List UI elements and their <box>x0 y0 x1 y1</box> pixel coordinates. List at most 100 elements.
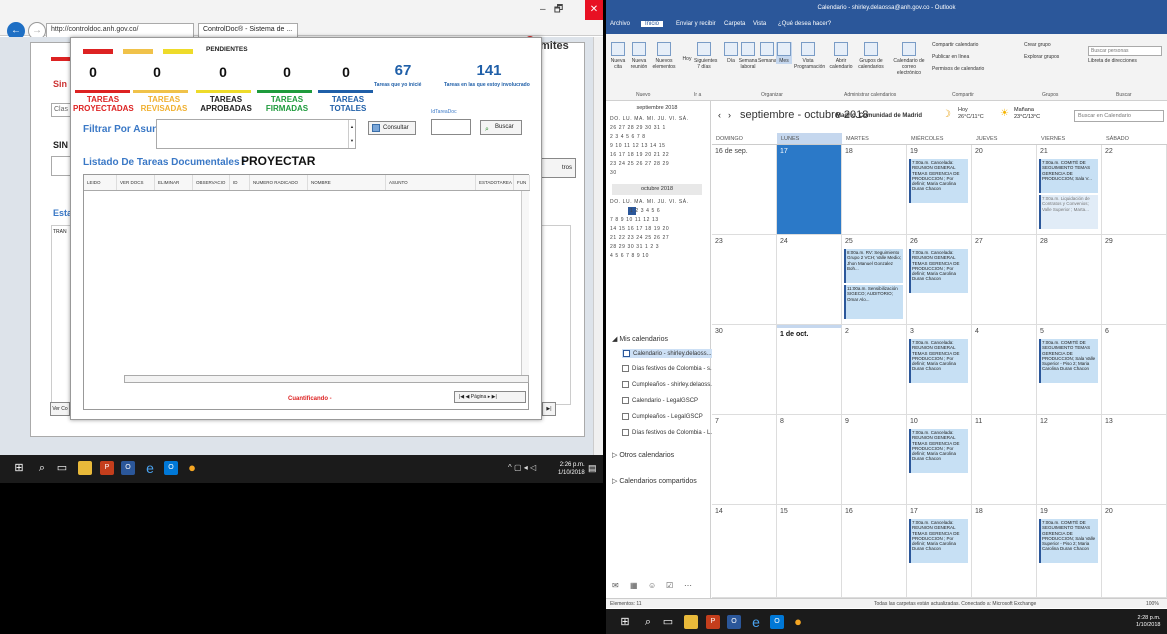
tab-vista[interactable]: Vista <box>753 21 766 27</box>
day-cell[interactable]: 17 7:00a.m. Cancelada: REUNION GENERAL TE… <box>907 505 972 598</box>
day-cell[interactable]: 7 <box>712 415 777 505</box>
day-cell[interactable]: 10 7:00a.m. Cancelada: REUNION GENERAL TE… <box>907 415 972 505</box>
system-tray-icons[interactable]: ^ ▢ ◂ ◁ <box>508 463 536 472</box>
vista-programacion-button[interactable]: Vista Programación <box>794 42 825 70</box>
outlook-taskbar-icon[interactable]: O <box>727 615 741 629</box>
outlook-taskbar-icon[interactable]: O <box>121 461 135 475</box>
calendar-event[interactable]: 7:00a.m. COMITÉ DE SEGUIMIENTO TEMAS GER… <box>1039 519 1098 563</box>
col-nombre[interactable]: NOMBRE <box>308 175 386 190</box>
mini1-row[interactable]: 9 10 11 12 13 14 15 <box>610 143 666 149</box>
day-cell[interactable]: 15 <box>777 505 842 598</box>
consultar-button[interactable]: Consultar <box>368 121 416 135</box>
col-eliminar[interactable]: ELIMINAR <box>155 175 193 190</box>
mini2-row[interactable]: 21 22 23 24 25 26 27 <box>610 235 669 241</box>
col-radicado[interactable]: NUMERO RADICADO <box>250 175 308 190</box>
prev-icon[interactable]: ‹ <box>718 110 721 120</box>
day-cell[interactable]: 16 de sep. <box>712 145 777 235</box>
calendar-event[interactable]: 7:00a.m. COMITÉ DE SEGUIMIENTO TEMAS GER… <box>1039 339 1098 383</box>
col-id[interactable]: ID <box>230 175 250 190</box>
buscar-personas-input[interactable]: Buscar personas <box>1088 46 1162 56</box>
siguientes-button[interactable]: Siguientes 7 días <box>694 42 717 70</box>
explorar-grupos-button[interactable]: Explorar grupos <box>1024 54 1084 60</box>
day-cell[interactable]: 8 <box>777 415 842 505</box>
tareas-firmadas[interactable]: TAREAS FIRMADAS <box>257 95 317 113</box>
tasks-icon[interactable]: ☑ <box>666 581 673 590</box>
day-cell[interactable]: 5 7:00a.m. COMITÉ DE SEGUIMIENTO TEMAS GE… <box>1037 325 1102 415</box>
pager-control[interactable]: |◀ ◀ Página ▸ ▶| <box>454 391 526 403</box>
table-hscroll[interactable] <box>124 375 529 383</box>
col-leido[interactable]: LEIDO <box>84 175 117 190</box>
day-cell[interactable]: 26 7:00a.m. Cancelada: REUNION GENERAL TE… <box>907 235 972 325</box>
idtarea-input[interactable] <box>431 119 471 135</box>
col-fun[interactable]: FUN <box>514 175 530 190</box>
day-cell[interactable]: 13 <box>1102 415 1167 505</box>
app-icon[interactable]: O <box>164 461 178 475</box>
involucrado-count[interactable]: 141 <box>469 62 509 79</box>
taskbar-clock[interactable]: 2:26 p.m. 1/10/2018 <box>558 461 585 477</box>
mini2-row[interactable]: 4 5 6 7 8 9 10 <box>610 253 649 259</box>
filtro-asunto-input[interactable]: ▲ ▼ <box>156 119 356 149</box>
explorer-icon[interactable] <box>78 461 92 475</box>
day-cell[interactable]: 16 <box>842 505 907 598</box>
tab-que-desea[interactable]: ¿Qué desea hacer? <box>778 21 831 27</box>
calendar-item[interactable]: Días festivos de Colombia - L... <box>622 429 715 436</box>
taskview-icon[interactable]: ▭ <box>661 615 675 629</box>
checkbox[interactable] <box>622 429 629 436</box>
day-cell[interactable]: 18 <box>842 145 907 235</box>
day-cell[interactable]: 14 <box>712 505 777 598</box>
calendar-event[interactable]: 7:00a.m. Cancelada: REUNION GENERAL TEMA… <box>909 339 968 383</box>
explorer-icon[interactable] <box>684 615 698 629</box>
notification-icon[interactable]: ▤ <box>588 463 598 473</box>
ie-icon[interactable]: e <box>749 615 763 629</box>
semana-laboral-button[interactable]: Semana laboral <box>738 42 758 70</box>
col-verdocs[interactable]: VER DOCS <box>117 175 155 190</box>
mes-button[interactable]: Mes <box>776 42 792 64</box>
tab-inicio[interactable]: Inicio <box>641 21 664 27</box>
nueva-cita-button[interactable]: Nueva cita <box>608 42 628 70</box>
calendar-item[interactable]: Calendario - shirley.delaoss... <box>622 349 713 359</box>
day-cell[interactable]: 3 7:00a.m. Cancelada: REUNION GENERAL TEM… <box>907 325 972 415</box>
mini1-row[interactable]: 23 24 25 26 27 28 29 <box>610 161 669 167</box>
col-estadotarea[interactable]: ESTADOTAREA <box>476 175 514 190</box>
day-cell[interactable]: 30 <box>712 325 777 415</box>
mini1-row[interactable]: 30 <box>610 170 617 176</box>
close-icon[interactable]: ✕ <box>585 0 603 20</box>
chrome-icon[interactable]: ● <box>185 461 199 475</box>
pager-end-icon[interactable]: ▶| <box>542 402 556 416</box>
col-asunto[interactable]: ASUNTO <box>386 175 476 190</box>
tab-archivo[interactable]: Archivo <box>610 21 630 27</box>
day-cell[interactable]: 11 <box>972 415 1037 505</box>
day-cell[interactable]: 9 <box>842 415 907 505</box>
tareas-totales[interactable]: TAREAS TOTALES <box>318 95 378 113</box>
taskview-icon[interactable]: ▭ <box>55 461 69 475</box>
taskbar-clock[interactable]: 2:28 p.m. 1/10/2018 <box>1136 615 1160 629</box>
buscar-button[interactable]: ⌕ Buscar <box>480 120 522 135</box>
calendar-event[interactable]: 7:00a.m. Cancelada: REUNION GENERAL TEMA… <box>909 519 968 563</box>
mis-calendarios[interactable]: ◢ Mis calendarios <box>612 335 668 343</box>
checkbox[interactable] <box>622 365 629 372</box>
tareas-proyectadas[interactable]: TAREAS PROYECTADAS <box>73 95 134 113</box>
next-icon[interactable]: › <box>728 110 731 120</box>
day-cell[interactable]: 20 <box>1102 505 1167 598</box>
day-cell[interactable]: 28 <box>1037 235 1102 325</box>
powerpoint-icon[interactable]: P <box>100 461 114 475</box>
mini2-row[interactable]: 14 15 16 17 18 19 20 <box>610 226 669 232</box>
mini2-row[interactable]: 1 2 3 4 5 6 <box>630 208 660 214</box>
calendar-event[interactable]: 7:00a.m. COMITÉ DE SEGUIMIENTO TEMAS GER… <box>1039 159 1098 193</box>
day-cell[interactable]: 19 7:00a.m. Cancelada: REUNION GENERAL TE… <box>907 145 972 235</box>
tab-enviar[interactable]: Enviar y recibir <box>676 21 716 27</box>
mail-icon[interactable]: ✉ <box>612 581 619 590</box>
libreta-direcciones-button[interactable]: Libreta de direcciones <box>1088 58 1162 64</box>
textarea-scroll[interactable]: ▲ ▼ <box>348 120 355 148</box>
abrir-calendario-button[interactable]: Abrir calendario <box>828 42 854 70</box>
search-icon[interactable]: ⌕ <box>641 615 655 629</box>
day-cell[interactable]: 22 <box>1102 145 1167 235</box>
calendar-nav-icon[interactable]: ▦ <box>630 581 638 590</box>
permisos-button[interactable]: Permisos de calendario <box>932 66 1004 72</box>
day-cell[interactable]: 19 7:00a.m. COMITÉ DE SEGUIMIENTO TEMAS G… <box>1037 505 1102 598</box>
powerpoint-icon[interactable]: P <box>706 615 720 629</box>
publicar-button[interactable]: Publicar en línea <box>932 54 1004 60</box>
day-cell[interactable]: 6 <box>1102 325 1167 415</box>
compartir-calendario-button[interactable]: Compartir calendario <box>932 42 1004 48</box>
hoy-button[interactable]: Hoy <box>680 56 694 62</box>
